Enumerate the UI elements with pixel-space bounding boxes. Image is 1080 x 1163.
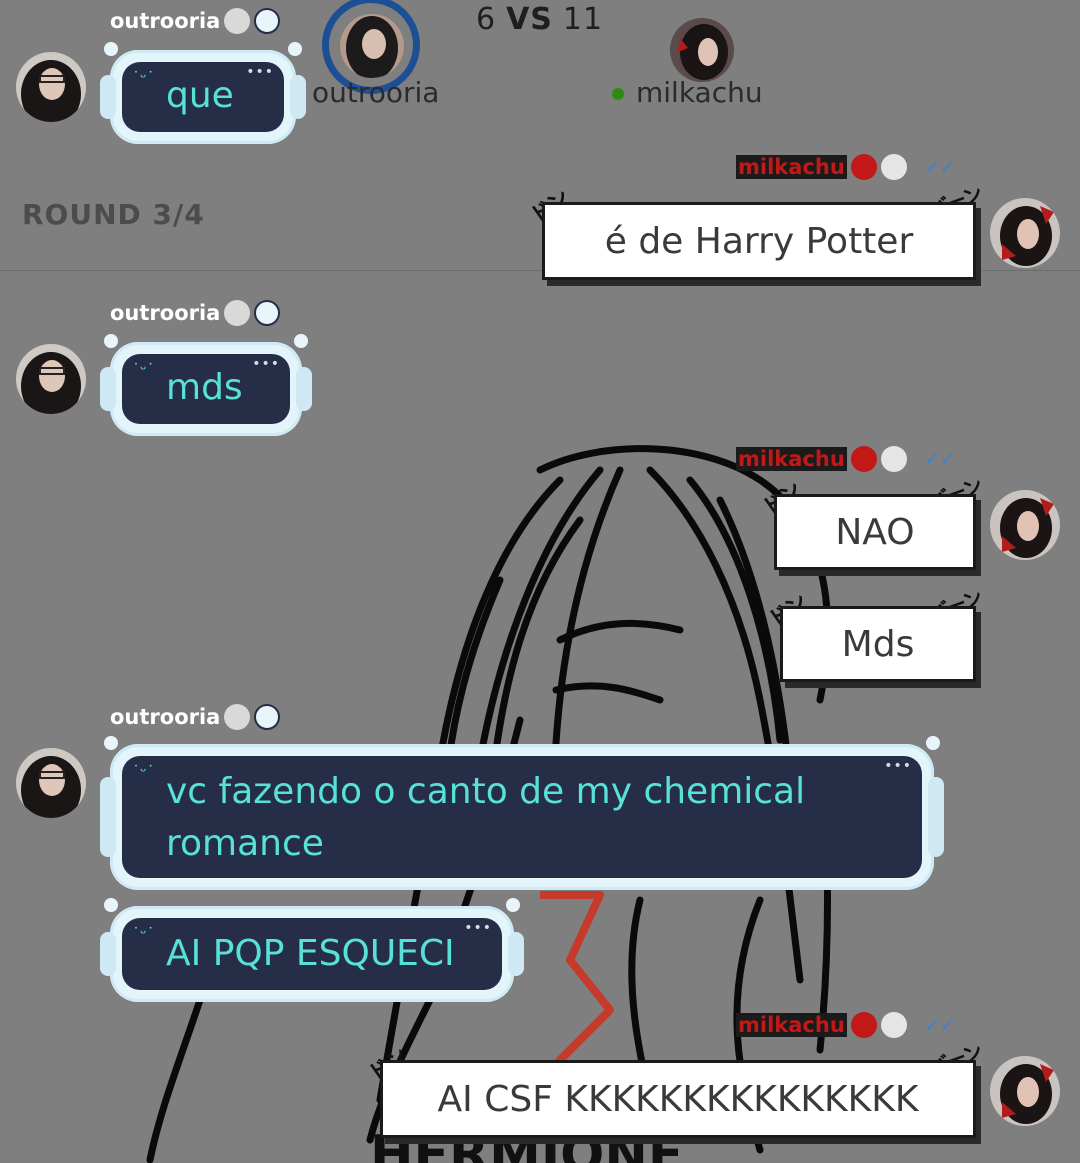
bubble-antenna (506, 898, 520, 912)
bubble-ear (290, 75, 306, 119)
avatar-image (990, 490, 1060, 560)
bubble-antenna (926, 736, 940, 750)
avatar-image (670, 18, 734, 82)
sender-avatar[interactable] (16, 344, 86, 414)
elephant-icon (224, 8, 251, 34)
message-text: AI PQP ESQUECI (166, 933, 455, 974)
score-left: 6 (476, 2, 497, 37)
player-left-avatar[interactable] (340, 14, 404, 78)
sender-name[interactable]: milkachu (736, 447, 847, 471)
round-indicator: ROUND 3/4 (22, 198, 205, 231)
message-bubble[interactable]: ˙ᵕ˙ ••• vc fazendo o canto de my chemica… (100, 736, 944, 890)
message-bubble[interactable]: ˙ᵕ˙ ••• AI PQP ESQUECI (100, 898, 524, 1002)
message-text: mds (166, 367, 243, 408)
player-right-avatar[interactable] (670, 18, 734, 82)
sender-avatar[interactable] (16, 52, 86, 122)
sender-name-row: outrooria (110, 704, 281, 730)
bat-icon (850, 1012, 877, 1038)
bubble-antenna (104, 898, 118, 912)
ellipsis-icon[interactable]: ••• (884, 758, 912, 774)
handshake-icon (880, 154, 907, 180)
bubble-ear (100, 932, 116, 976)
handshake-icon (880, 446, 907, 472)
sender-name-row: outrooria (110, 8, 281, 34)
avatar-image (16, 52, 86, 122)
message-bubble[interactable]: AI CSF KKKKKKKKKKKKKKK (380, 1060, 976, 1138)
bubble-ear (100, 75, 116, 119)
avatar-image (340, 14, 404, 78)
sender-name-row: milkachu ✓✓ (736, 446, 955, 472)
robot-icon (254, 8, 281, 34)
score-right: 11 (562, 2, 604, 37)
message-text: que (166, 75, 234, 116)
smile-face-icon: ˙ᵕ˙ (132, 924, 155, 943)
message-text: Mds (841, 623, 915, 665)
avatar-image (990, 198, 1060, 268)
sender-name[interactable]: milkachu (736, 1013, 847, 1037)
ellipsis-icon[interactable]: ••• (246, 64, 274, 80)
sender-avatar[interactable] (990, 1056, 1060, 1126)
avatar-image (990, 1056, 1060, 1126)
bubble-ear (100, 777, 116, 857)
double-check-icon: ✓✓ (924, 156, 955, 178)
message-text: é de Harry Potter (604, 220, 914, 262)
sender-avatar[interactable] (990, 198, 1060, 268)
ellipsis-icon[interactable]: ••• (252, 356, 280, 372)
double-check-icon: ✓✓ (924, 448, 955, 470)
bubble-screen: ˙ᵕ˙ ••• AI PQP ESQUECI (122, 918, 502, 990)
bubble-screen: ˙ᵕ˙ ••• mds (122, 354, 290, 424)
vs-label: VS (506, 2, 553, 37)
sender-name-row: milkachu ✓✓ (736, 1012, 955, 1038)
bubble-antenna (104, 334, 118, 348)
sender-name[interactable]: outrooria (110, 705, 220, 729)
message-text: NAO (835, 511, 915, 553)
sender-avatar[interactable] (990, 490, 1060, 560)
message-text: vc fazendo o canto de my chemical romanc… (166, 771, 806, 864)
robot-icon (254, 300, 281, 326)
ellipsis-icon[interactable]: ••• (464, 920, 492, 936)
smile-face-icon: ˙ᵕ˙ (132, 360, 155, 379)
avatar-image (16, 344, 86, 414)
bubble-antenna (288, 42, 302, 56)
message-text: AI CSF KKKKKKKKKKKKKKK (437, 1078, 919, 1120)
bubble-ear (296, 367, 312, 411)
scoreboard: 6 VS 11 (476, 2, 603, 37)
avatar-image (16, 748, 86, 818)
sender-name[interactable]: outrooria (110, 301, 220, 325)
bubble-ear (100, 367, 116, 411)
bat-icon (850, 446, 877, 472)
sender-name[interactable]: milkachu (736, 155, 847, 179)
bubble-screen: ˙ᵕ˙ ••• vc fazendo o canto de my chemica… (122, 756, 922, 878)
message-bubble[interactable]: é de Harry Potter (542, 202, 976, 280)
double-check-icon: ✓✓ (924, 1014, 955, 1036)
sender-name-row: milkachu ✓✓ (736, 154, 955, 180)
sender-name[interactable]: outrooria (110, 9, 220, 33)
smile-face-icon: ˙ᵕ˙ (132, 68, 155, 87)
bubble-ear (508, 932, 524, 976)
sender-avatar[interactable] (16, 748, 86, 818)
bubble-antenna (104, 736, 118, 750)
bubble-antenna (294, 334, 308, 348)
message-bubble[interactable]: ˙ᵕ˙ ••• mds (100, 334, 312, 436)
robot-icon (254, 704, 281, 730)
message-bubble[interactable]: ˙ᵕ˙ ••• que (100, 42, 306, 144)
bubble-antenna (104, 42, 118, 56)
message-bubble[interactable]: Mds (780, 606, 976, 682)
sender-name-row: outrooria (110, 300, 281, 326)
bat-icon (850, 154, 877, 180)
message-bubble[interactable]: NAO (774, 494, 976, 570)
smile-face-icon: ˙ᵕ˙ (132, 762, 155, 781)
player-left-name: outrooria (312, 76, 440, 109)
bubble-ear (928, 777, 944, 857)
elephant-icon (224, 704, 251, 730)
player-right-name: milkachu (636, 76, 763, 109)
online-status-dot (612, 88, 624, 100)
elephant-icon (224, 300, 251, 326)
bubble-screen: ˙ᵕ˙ ••• que (122, 62, 284, 132)
handshake-icon (880, 1012, 907, 1038)
